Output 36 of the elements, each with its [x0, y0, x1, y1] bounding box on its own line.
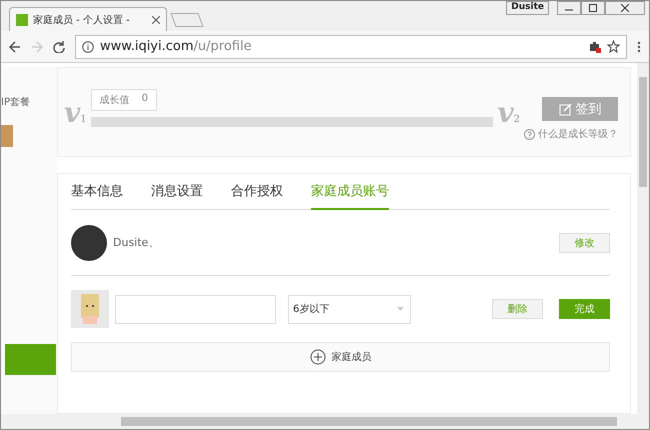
avatar [71, 224, 107, 260]
reload-icon[interactable] [53, 40, 65, 52]
age-select[interactable]: 6岁以下 [288, 294, 411, 324]
member-name-input[interactable] [115, 294, 276, 324]
address-bar[interactable]: www.iqiyi.com/u/profile [75, 34, 627, 58]
horizontal-scrollbar[interactable] [1, 414, 637, 429]
vertical-scrollbar[interactable] [637, 63, 649, 429]
settings-tab[interactable]: 消息设置 [151, 182, 203, 210]
tab-title: 家庭成员 - 个人设置 - [33, 14, 131, 26]
settings-tab[interactable]: 合作授权 [231, 182, 283, 210]
edit-icon [558, 102, 572, 116]
site-logo-icon [16, 14, 28, 26]
back-icon[interactable] [9, 40, 21, 52]
close-icon [621, 4, 629, 12]
browser-tab[interactable]: 家庭成员 - 个人设置 - [9, 7, 167, 31]
growth-value: 成长值 0 [90, 89, 158, 111]
add-member-button[interactable]: 家庭成员 [71, 342, 610, 372]
maximize-button[interactable] [581, 1, 605, 15]
dropdown-caret-icon [397, 307, 404, 311]
level-end: v2 [497, 96, 520, 128]
account-name: Dusite、 [113, 235, 160, 250]
minimize-button[interactable] [557, 1, 581, 15]
plus-icon [310, 349, 326, 365]
maximize-icon [589, 4, 597, 12]
help-icon [524, 128, 535, 140]
menu-icon[interactable] [637, 40, 641, 52]
member-avatar [71, 290, 109, 328]
close-icon[interactable] [152, 16, 160, 24]
star-icon[interactable] [607, 40, 620, 53]
sidebar-label: IP套餐 [1, 96, 31, 109]
level-start: v1 [64, 96, 87, 128]
close-button[interactable] [605, 1, 645, 15]
extension-icon[interactable] [589, 40, 601, 52]
profile-name[interactable]: Dusite [506, 1, 549, 15]
settings-tab[interactable]: 基本信息 [71, 182, 123, 210]
info-icon [82, 40, 94, 52]
